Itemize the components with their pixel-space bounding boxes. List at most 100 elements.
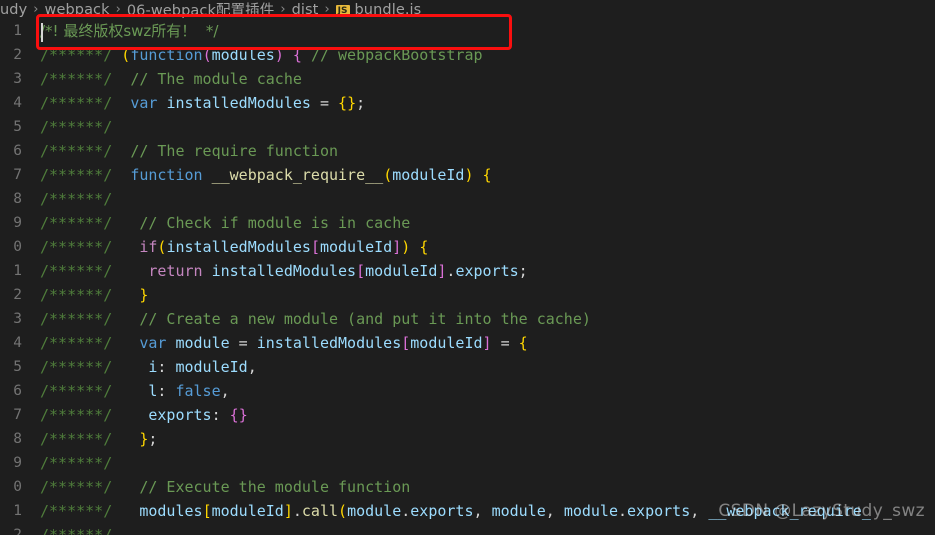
code-token: ( xyxy=(121,46,131,64)
code-token: moduleId xyxy=(319,238,393,256)
code-token: exports xyxy=(148,406,212,424)
code-line-text: /******/ i: moduleId, xyxy=(40,355,257,379)
code-line-text: /******/ function __webpack_require__(mo… xyxy=(40,163,492,187)
code-line[interactable]: 6 /******/ l: false, xyxy=(0,379,935,403)
code-token: exports xyxy=(410,502,474,520)
code-line[interactable]: 4 /******/ var module = installedModules[… xyxy=(0,331,935,355)
code-editor-area[interactable]: 1/*! 最终版权swz所有！ */2/******/ (function(mo… xyxy=(0,19,935,535)
code-token: . xyxy=(401,502,411,520)
code-token: /******/ xyxy=(40,70,113,88)
code-line[interactable]: 9 /******/ // Check if module is in cache xyxy=(0,211,935,235)
code-line[interactable]: 8 /******/ }; xyxy=(0,427,935,451)
line-number: 4 xyxy=(13,335,22,351)
code-token: ) xyxy=(464,166,474,184)
code-line-text: /******/ } xyxy=(40,283,148,307)
breadcrumb[interactable]: udy › webpack › 06-webpack配置插件 › dist › JS bundle… xyxy=(0,0,935,19)
code-token: , xyxy=(690,502,709,520)
code-line[interactable]: 2 /******/ xyxy=(0,523,935,535)
code-line-text: /******/ modules[moduleId].call(module.e… xyxy=(40,499,871,523)
code-token: [ xyxy=(401,334,411,352)
code-line[interactable]: 9 /******/ xyxy=(0,451,935,475)
code-line[interactable]: 8 /******/ xyxy=(0,187,935,211)
code-line[interactable]: 2/******/ (function(modules) { // webpac… xyxy=(0,43,935,67)
code-token: [ xyxy=(202,502,212,520)
code-line[interactable]: 1 /******/ return installedModules[module… xyxy=(0,259,935,283)
code-token: // The require function xyxy=(130,142,339,160)
code-line[interactable]: 0 /******/ // Execute the module function xyxy=(0,475,935,499)
code-line-text: /*! 最终版权swz所有！ */ xyxy=(40,19,218,43)
code-line[interactable]: 1/******/ modules[moduleId].call(module.… xyxy=(0,499,935,523)
code-token: { xyxy=(338,94,348,112)
code-token: return xyxy=(148,262,203,280)
code-token: /*! 最终版权swz所有！ */ xyxy=(40,22,219,40)
vscode-editor-window: udy › webpack › 06-webpack配置插件 › dist › JS bundle… xyxy=(0,0,935,535)
code-line[interactable]: 5 /******/ i: moduleId, xyxy=(0,355,935,379)
code-token: var xyxy=(139,334,167,352)
code-line[interactable]: 5 /******/ xyxy=(0,115,935,139)
line-number: 8 xyxy=(13,431,22,447)
line-number: 1 xyxy=(13,23,22,39)
code-line-text: /******/ // Create a new module (and put… xyxy=(40,307,591,331)
code-line-text: /******/ // Check if module is in cache xyxy=(40,211,410,235)
code-token: exports xyxy=(455,262,519,280)
code-token: moduleId xyxy=(365,262,438,280)
code-token: /******/ xyxy=(40,142,113,160)
code-token: ] xyxy=(283,502,293,520)
code-token: = xyxy=(491,334,519,352)
code-token: call xyxy=(301,502,339,520)
breadcrumb-separator: › xyxy=(115,2,121,17)
code-token: } xyxy=(139,286,149,304)
line-number: 0 xyxy=(13,479,22,495)
line-number: 6 xyxy=(13,383,22,399)
breadcrumb-item-3[interactable]: 06-webpack配置插件 xyxy=(127,0,275,19)
code-token: /******/ xyxy=(40,478,113,496)
breadcrumb-item-2[interactable]: webpack xyxy=(44,2,109,18)
code-token: // Execute the module function xyxy=(139,478,411,496)
code-token: /******/ xyxy=(40,430,113,448)
code-line-text: /******/ exports: {} xyxy=(40,403,248,427)
code-line-text: /******/ var installedModules = {}; xyxy=(40,91,365,115)
code-token: // The module cache xyxy=(130,70,302,88)
code-token: /******/ xyxy=(40,310,113,328)
code-line-text: /******/ l: false, xyxy=(40,379,230,403)
code-token: __webpack_require__ xyxy=(211,166,384,184)
code-token: exports xyxy=(627,502,691,520)
code-token: /******/ xyxy=(40,406,113,424)
breadcrumb-separator: › xyxy=(280,2,286,17)
code-token: __webpack_require_ xyxy=(708,502,871,520)
code-line[interactable]: 1 /*! 最终版权swz所有！ */ xyxy=(0,19,935,43)
code-line[interactable]: 7 /******/ exports: {} xyxy=(0,403,935,427)
code-line-text: /******/ xyxy=(40,451,112,475)
code-line[interactable]: 2 /******/ } xyxy=(0,283,935,307)
code-line[interactable]: 7 /******/ function __webpack_require__(m… xyxy=(0,163,935,187)
code-token: modules xyxy=(211,46,275,64)
code-token: function xyxy=(130,166,203,184)
code-line[interactable]: 3 /******/ // The module cache xyxy=(0,67,935,91)
breadcrumb-item-5[interactable]: JS bundle.js xyxy=(335,2,422,18)
breadcrumb-item-1[interactable]: udy xyxy=(0,2,27,18)
code-token: [ xyxy=(310,238,320,256)
code-token: module xyxy=(347,502,402,520)
code-token: /******/ xyxy=(40,382,113,400)
code-token: moduleId xyxy=(392,166,465,184)
code-line[interactable]: 6 /******/ // The require function xyxy=(0,139,935,163)
code-token: installedModules xyxy=(256,334,402,352)
code-token: /******/ xyxy=(40,454,113,472)
code-token: : xyxy=(157,382,176,400)
code-line-text: /******/ if(installedModules[moduleId]) … xyxy=(40,235,428,259)
code-line[interactable]: 3 /******/ // Create a new module (and pu… xyxy=(0,307,935,331)
breadcrumb-item-4[interactable]: dist xyxy=(292,2,319,18)
code-line[interactable]: 4 /******/ var installedModules = {}; xyxy=(0,91,935,115)
code-token: , xyxy=(247,358,257,376)
line-number: 4 xyxy=(13,95,22,111)
code-line[interactable]: 0 /******/ if(installedModules[moduleId])… xyxy=(0,235,935,259)
